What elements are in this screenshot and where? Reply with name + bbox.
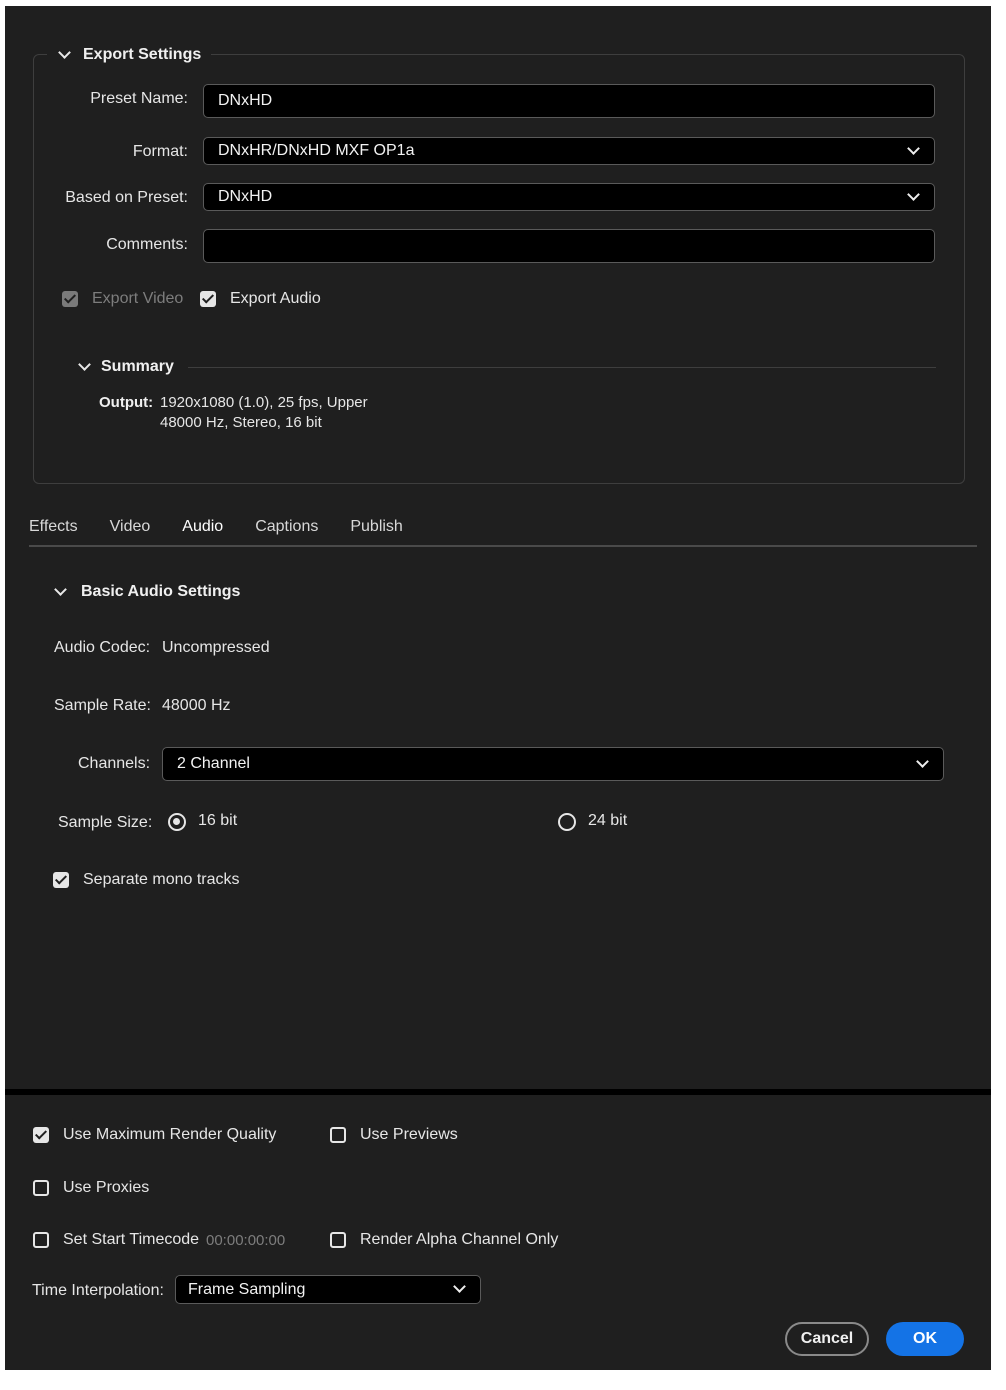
separate-mono-checkbox[interactable] [53,872,69,888]
sample-size-16bit-radio[interactable] [168,813,186,831]
basic-audio-settings-header[interactable]: Basic Audio Settings [53,583,240,601]
sample-size-24bit-radio[interactable] [558,813,576,831]
export-settings-title: Export Settings [83,46,202,63]
summary-header[interactable]: Summary [77,358,174,376]
tab-publish[interactable]: Publish [350,518,402,546]
time-interpolation-label: Time Interpolation: [32,1282,164,1299]
channels-label: Channels: [78,755,151,772]
start-timecode-checkbox[interactable] [33,1232,49,1248]
max-render-quality-checkbox[interactable] [33,1127,49,1143]
based-on-preset-value: DNxHD [218,188,273,205]
export-video-label: Export Video [92,290,184,307]
preset-name-input[interactable]: DNxHD [203,84,935,118]
time-interpolation-dropdown[interactable]: Frame Sampling [175,1275,481,1304]
chevron-down-icon [77,360,91,374]
tab-effects[interactable]: Effects [29,518,78,546]
output-line-1: 1920x1080 (1.0), 25 fps, Upper [160,394,368,411]
settings-tabs: Effects Video Audio Captions Publish [29,518,435,548]
chevron-down-icon [57,48,71,62]
output-line-2: 48000 Hz, Stereo, 16 bit [160,414,322,431]
chevron-down-icon [907,188,920,201]
use-previews-checkbox[interactable] [330,1127,346,1143]
sample-rate-label: Sample Rate: [54,697,151,714]
use-proxies-label: Use Proxies [63,1179,150,1196]
format-dropdown[interactable]: DNxHR/DNxHD MXF OP1a [203,137,935,165]
summary-divider [188,367,936,368]
use-previews-label: Use Previews [360,1126,458,1143]
tab-captions[interactable]: Captions [255,518,318,546]
export-video-checkbox [62,291,78,307]
separate-mono-label: Separate mono tracks [83,871,240,888]
channels-value: 2 Channel [177,755,250,772]
max-render-quality-label: Use Maximum Render Quality [63,1126,277,1143]
render-alpha-label: Render Alpha Channel Only [360,1231,559,1248]
start-timecode-label: Set Start Timecode [63,1231,200,1248]
chevron-down-icon [53,585,67,599]
ok-button[interactable]: OK [886,1322,964,1356]
render-alpha-checkbox[interactable] [330,1232,346,1248]
audio-codec-value: Uncompressed [162,639,270,656]
comments-input[interactable] [203,229,935,263]
summary-title: Summary [101,358,174,375]
comments-label: Comments: [106,236,188,253]
panel-divider [5,1089,991,1095]
sample-size-label: Sample Size: [58,814,153,831]
export-settings-header[interactable]: Export Settings [47,44,212,66]
based-on-preset-dropdown[interactable]: DNxHD [203,183,935,211]
output-label: Output: [99,394,154,411]
sample-size-16bit-label: 16 bit [198,812,238,829]
sample-size-24bit-label: 24 bit [588,812,628,829]
channels-dropdown[interactable]: 2 Channel [162,747,944,781]
chevron-down-icon [916,755,929,768]
tab-video[interactable]: Video [110,518,151,546]
chevron-down-icon [453,1280,466,1293]
export-settings-dialog: Export Settings Preset Name: DNxHD Forma… [5,6,991,1370]
chevron-down-icon [907,142,920,155]
audio-codec-label: Audio Codec: [54,639,151,656]
basic-audio-settings-title: Basic Audio Settings [81,583,241,600]
format-value: DNxHR/DNxHD MXF OP1a [218,142,415,159]
preset-name-label: Preset Name: [90,90,188,107]
format-label: Format: [132,143,188,160]
start-timecode-value[interactable]: 00:00:00:00 [206,1232,285,1249]
tab-audio[interactable]: Audio [182,518,223,547]
cancel-button[interactable]: Cancel [785,1322,869,1356]
tab-divider [29,545,977,547]
preset-name-value: DNxHD [218,92,273,109]
export-audio-checkbox[interactable] [200,291,216,307]
use-proxies-checkbox[interactable] [33,1180,49,1196]
based-on-preset-label: Based on Preset: [65,189,188,206]
time-interpolation-value: Frame Sampling [188,1280,306,1298]
export-audio-label: Export Audio [230,290,321,307]
sample-rate-value: 48000 Hz [162,697,231,714]
